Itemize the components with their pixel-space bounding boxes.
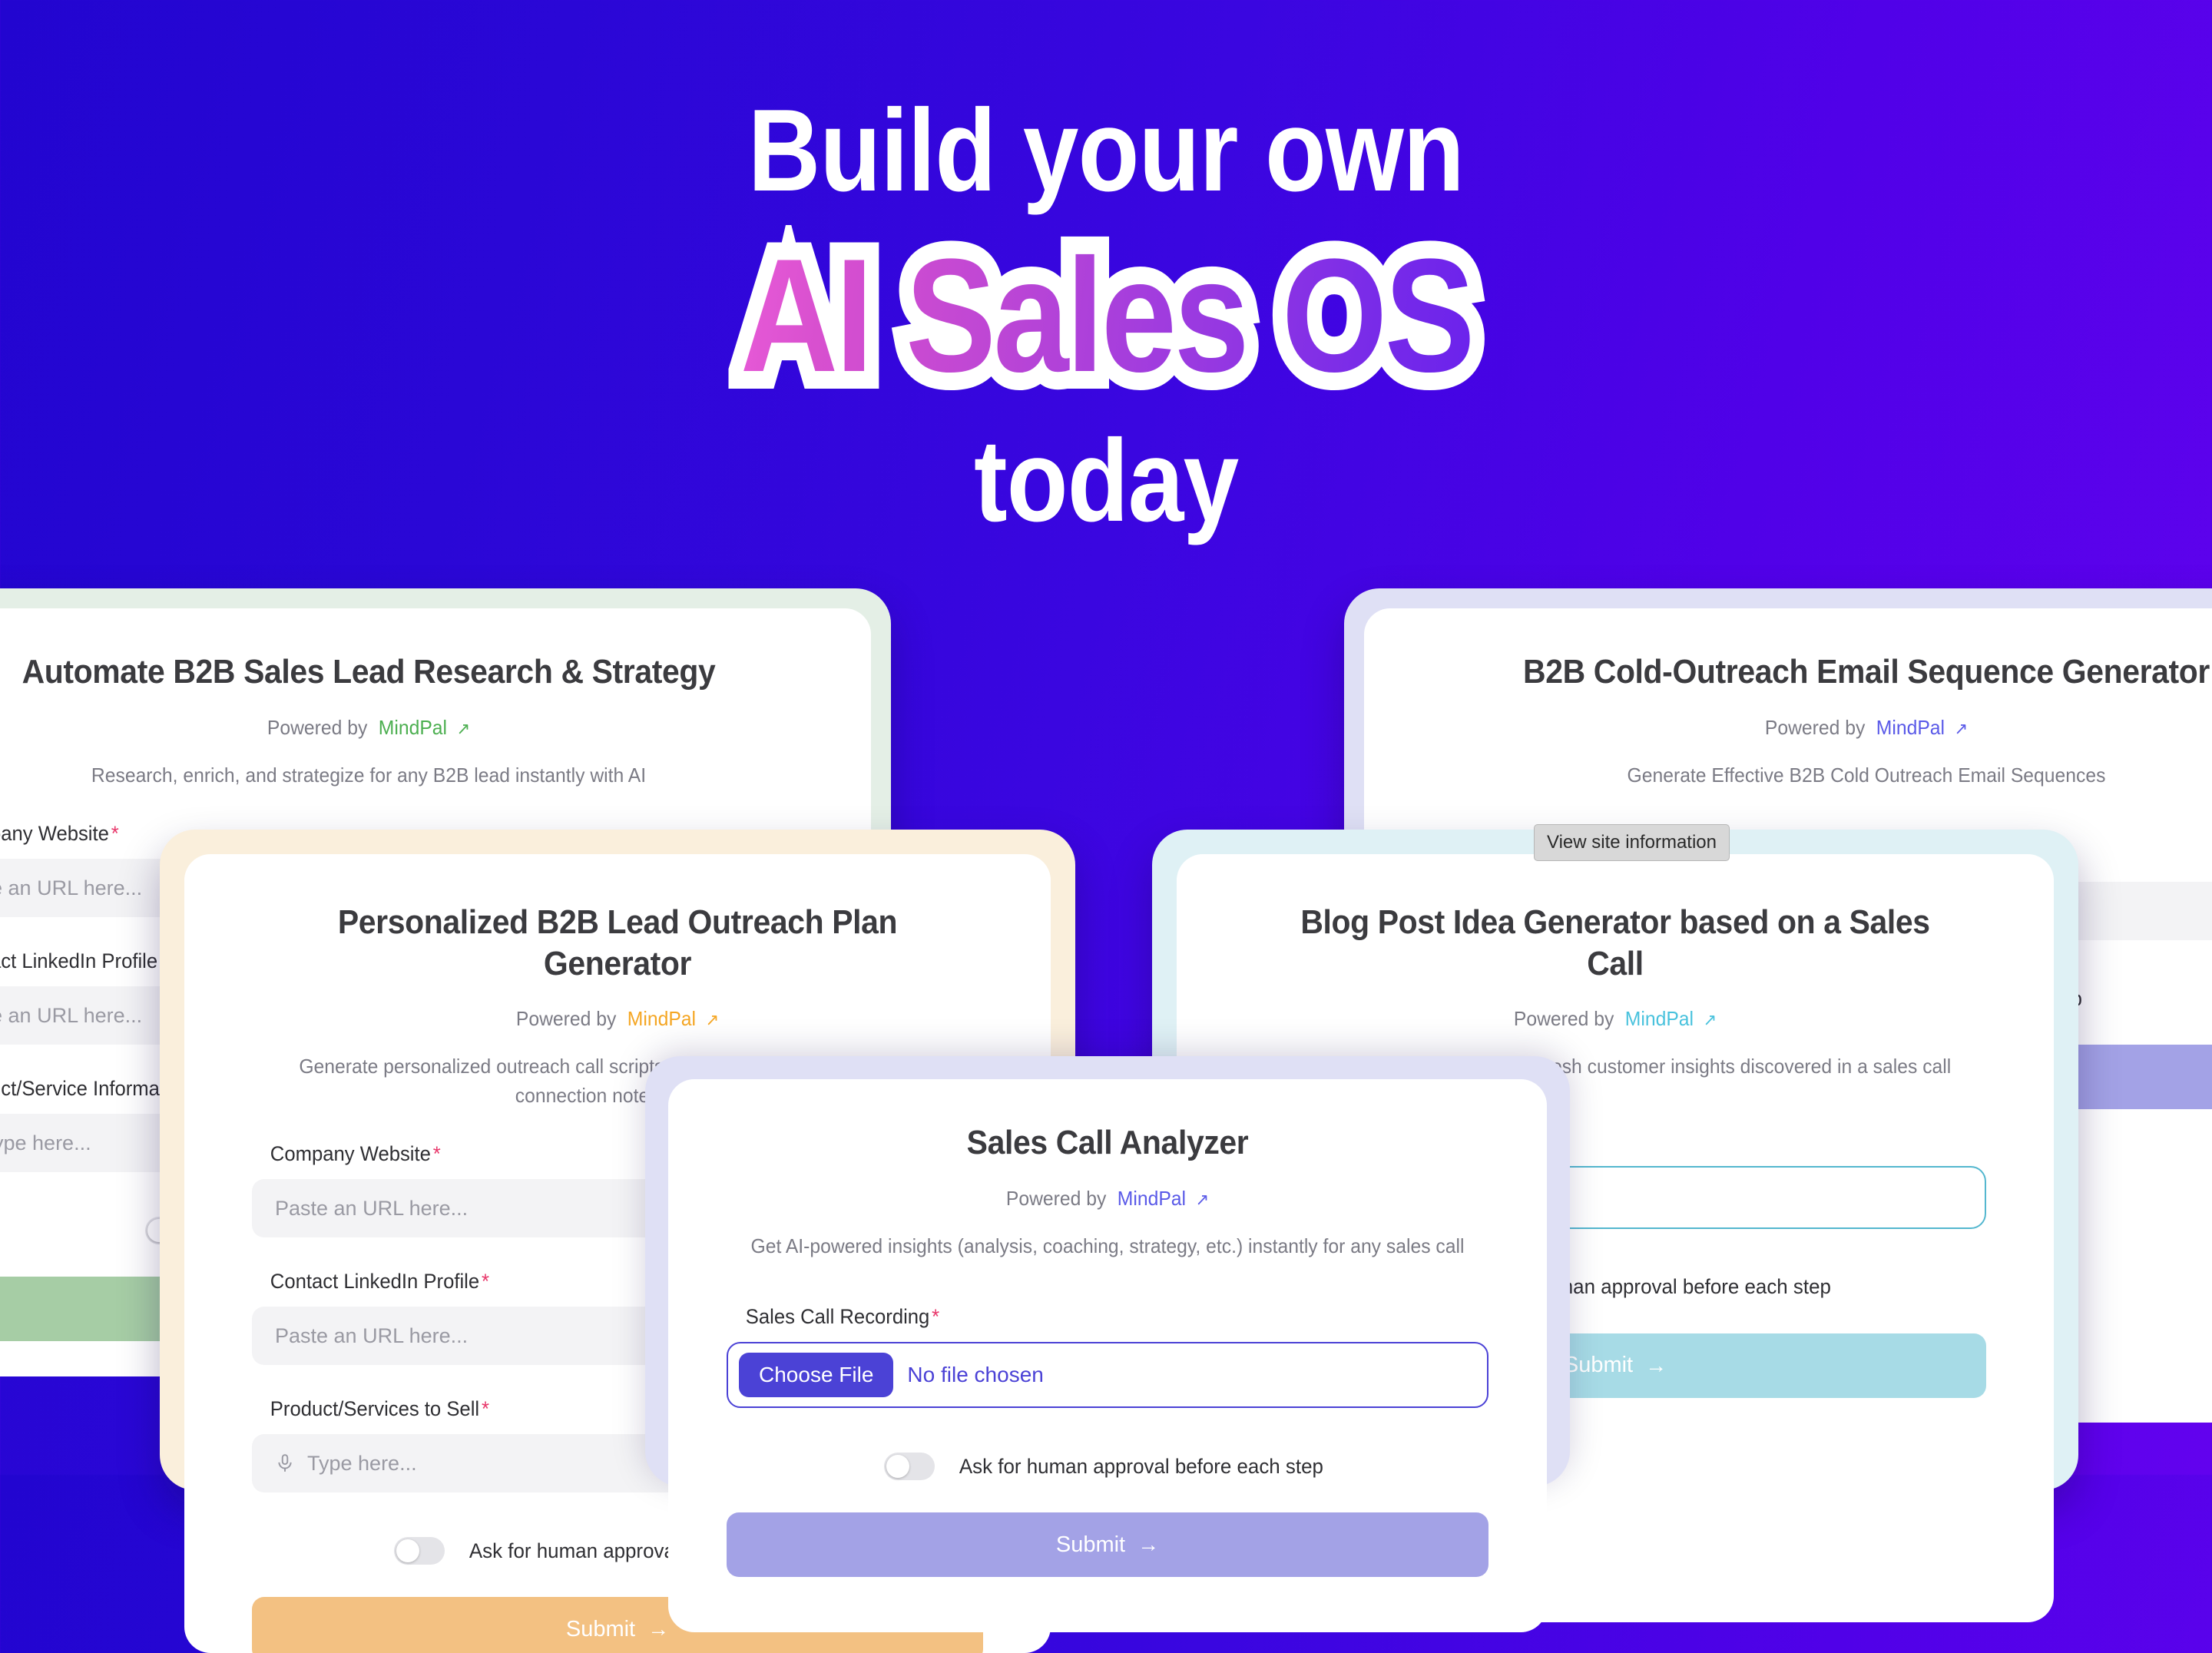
card-title: Personalized B2B Lead Outreach Plan Gene… [337, 903, 898, 982]
powered-by-line: Powered by MindPal ↗ [270, 1007, 965, 1031]
powered-by-prefix: Powered by [1513, 1007, 1614, 1031]
field-label: Sales Call Recording* [745, 1305, 940, 1329]
hero-headline-line1: Build your own [747, 85, 1465, 216]
arrow-right-icon: → [647, 1617, 670, 1641]
mindpal-link[interactable]: MindPal [1625, 1007, 1694, 1030]
hero-section: Build your own AI Sales OS AI Sales OS t… [0, 0, 2212, 607]
mindpal-link[interactable]: MindPal [1876, 716, 1945, 739]
required-marker: * [481, 1270, 489, 1294]
external-link-icon[interactable]: ↗ [1955, 719, 1969, 738]
card-inner: Sales Call Analyzer Powered by MindPal ↗… [668, 1079, 1547, 1632]
human-approval-toggle-row[interactable]: Ask for human approval before each step [727, 1453, 1488, 1481]
file-upload-control[interactable]: Choose File No file chosen [727, 1342, 1488, 1409]
external-link-icon[interactable]: ↗ [706, 1010, 720, 1029]
arrow-right-icon: → [1137, 1532, 1160, 1557]
input-placeholder: Paste an URL here... [0, 876, 143, 899]
card-sales-call-analyzer[interactable]: Sales Call Analyzer Powered by MindPal ↗… [645, 1056, 1570, 1632]
input-placeholder: Paste an URL here... [275, 1323, 469, 1347]
required-marker: * [111, 822, 119, 846]
card-subtitle: Get AI-powered insights (analysis, coach… [750, 1234, 1465, 1257]
submit-label: Submit [1055, 1532, 1126, 1557]
mindpal-link[interactable]: MindPal [379, 716, 447, 739]
choose-file-button[interactable]: Choose File [739, 1353, 894, 1398]
input-placeholder: Paste an URL here... [0, 1003, 143, 1027]
powered-by-line: Powered by MindPal ↗ [1446, 716, 2212, 740]
powered-by-prefix: Powered by [1005, 1186, 1107, 1210]
hero-headline-line2: AI Sales OS AI Sales OS [725, 217, 1489, 414]
microphone-icon[interactable] [275, 1452, 295, 1475]
input-placeholder: Paste an URL here... [275, 1196, 469, 1220]
card-subtitle: Generate Effective B2B Cold Outreach Ema… [1627, 763, 2106, 787]
required-marker: * [481, 1397, 489, 1421]
powered-by-line: Powered by MindPal ↗ [1263, 1007, 1968, 1031]
required-marker: * [932, 1305, 940, 1329]
powered-by-prefix: Powered by [1764, 715, 1866, 739]
no-file-chosen-label: No file chosen [907, 1363, 1044, 1387]
external-link-icon[interactable]: ↗ [1704, 1010, 1717, 1029]
external-link-icon[interactable]: ↗ [457, 719, 471, 738]
card-subtitle: Research, enrich, and strategize for any… [91, 763, 647, 787]
view-site-information-tooltip: View site information [1534, 824, 1730, 861]
input-placeholder: Type here... [0, 1131, 91, 1154]
required-marker: * [432, 1142, 441, 1166]
powered-by-line: Powered by MindPal ↗ [0, 716, 789, 740]
input-placeholder: Type here... [307, 1451, 417, 1475]
mindpal-link[interactable]: MindPal [628, 1007, 696, 1030]
human-approval-switch[interactable] [394, 1537, 445, 1565]
external-link-icon[interactable]: ↗ [1196, 1190, 1210, 1209]
submit-label: Submit [565, 1616, 636, 1641]
submit-button[interactable]: Submit → [727, 1512, 1488, 1578]
field-sales-call-recording: Sales Call Recording * Choose File No fil… [727, 1305, 1488, 1409]
hero-headline-line3: today [973, 416, 1239, 546]
submit-label: Submit [1563, 1353, 1634, 1378]
arrow-right-icon: → [1645, 1353, 1667, 1377]
card-title: Automate B2B Sales Lead Research & Strat… [22, 653, 716, 691]
card-title: Blog Post Idea Generator based on a Sale… [1300, 903, 1930, 982]
card-title: Sales Call Analyzer [966, 1124, 1249, 1161]
powered-by-line: Powered by MindPal ↗ [746, 1187, 1469, 1211]
mindpal-link[interactable]: MindPal [1118, 1187, 1186, 1210]
human-approval-switch[interactable] [884, 1453, 935, 1481]
powered-by-prefix: Powered by [515, 1007, 617, 1031]
powered-by-prefix: Powered by [267, 715, 368, 739]
hero-headline-line2-gradient: AI Sales OS [740, 225, 1475, 406]
card-title: B2B Cold-Outreach Email Sequence Generat… [1523, 653, 2210, 691]
